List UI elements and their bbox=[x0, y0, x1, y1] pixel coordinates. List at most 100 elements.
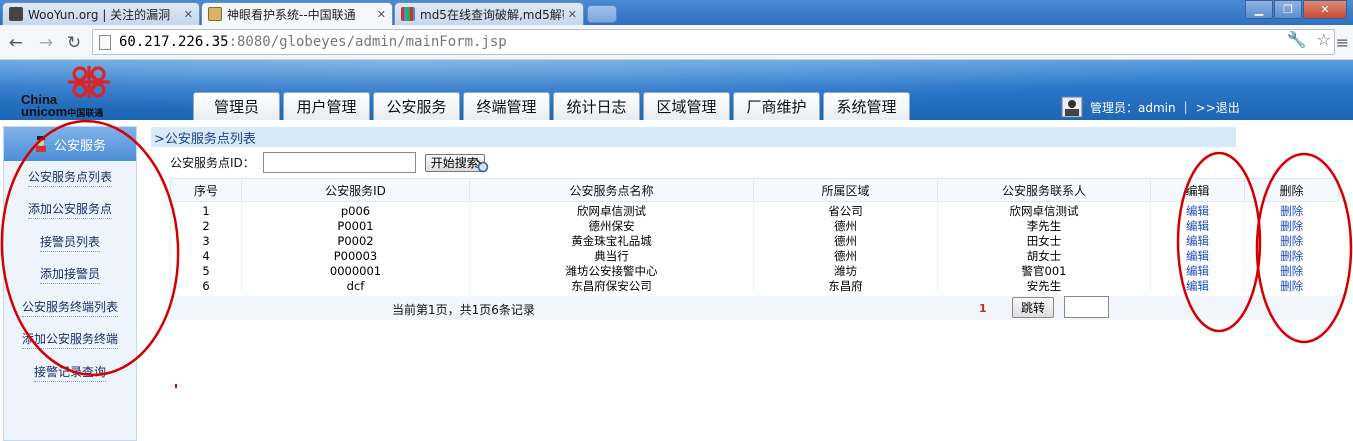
delete-link[interactable]: 删除 bbox=[1244, 234, 1339, 249]
close-tab-icon[interactable]: ✕ bbox=[184, 8, 193, 21]
address-bar[interactable]: 60.217.226.35:8080/globeyes/admin/mainFo… bbox=[92, 29, 1335, 55]
edit-link[interactable]: 编辑 bbox=[1150, 234, 1245, 249]
cell-name: 黄金珠宝礼品城 bbox=[469, 234, 754, 249]
col-header-name: 公安服务点名称 bbox=[469, 178, 754, 202]
minimize-icon[interactable]: ▁ bbox=[1245, 0, 1273, 19]
restore-icon[interactable]: ❐ bbox=[1274, 0, 1302, 19]
cell-name: 德州保安 bbox=[469, 219, 754, 234]
forward-icon[interactable]: → bbox=[36, 33, 56, 53]
logo-cn: 中国联通 bbox=[67, 108, 104, 118]
edit-link[interactable]: 编辑 bbox=[1150, 279, 1245, 294]
browser-toolbar: ← → ↻ 60.217.226.35:8080/globeyes/admin/… bbox=[0, 25, 1353, 60]
cell-index: 6 bbox=[170, 279, 242, 294]
sidebar: 公安服务 公安服务点列表 添加公安服务点 接警员列表 添加接警员 公安服务终端列… bbox=[3, 126, 137, 441]
cell-contact: 警官001 bbox=[937, 264, 1151, 279]
tab-title: WooYun.org | 关注的漏洞 bbox=[28, 7, 171, 22]
breadcrumb: >公安服务点列表 bbox=[151, 127, 1236, 147]
edit-link[interactable]: 编辑 bbox=[1150, 201, 1245, 219]
cell-id: 0000001 bbox=[241, 264, 470, 279]
service-point-id-input[interactable] bbox=[262, 152, 416, 173]
admin-avatar-icon bbox=[1061, 96, 1083, 118]
bookmark-star-icon[interactable]: ☆ bbox=[1317, 30, 1331, 49]
table-row: 3 P0002 黄金珠宝礼品城 德州 田女士 编辑 删除 bbox=[170, 234, 1339, 249]
nav-tab-vendors[interactable]: 厂商维护 bbox=[733, 92, 820, 120]
md5-favicon-icon bbox=[401, 7, 415, 21]
cell-index: 5 bbox=[170, 264, 242, 279]
nav-tab-terminals[interactable]: 终端管理 bbox=[463, 92, 550, 120]
window-controls: ▁ ❐ ✕ bbox=[1244, 0, 1347, 19]
sidebar-item-label: 添加接警员 bbox=[39, 265, 100, 285]
search-row: 公安服务点ID： 开始搜索 bbox=[170, 152, 489, 173]
table-row: 6 dcf 东昌府保安公司 东昌府 安先生 编辑 删除 bbox=[170, 279, 1339, 294]
red-mark bbox=[175, 384, 177, 388]
new-tab-button[interactable] bbox=[587, 5, 617, 23]
cell-region: 东昌府 bbox=[753, 279, 938, 294]
table-row: 1 p006 欣网卓信测试 省公司 欣网卓信测试 编辑 删除 bbox=[170, 201, 1339, 219]
cell-id: P0001 bbox=[241, 219, 470, 234]
pager-page-link[interactable]: 1 bbox=[979, 302, 987, 315]
police-icon bbox=[35, 136, 46, 152]
sidebar-item-add-terminal[interactable]: 添加公安服务终端 bbox=[4, 324, 136, 357]
sidebar-item-add-service-point[interactable]: 添加公安服务点 bbox=[4, 194, 136, 227]
unicom-logo: China unicom中国联通 bbox=[18, 64, 118, 118]
browser-tab-md5[interactable]: md5在线查询破解,md5解密 ✕ bbox=[394, 2, 584, 25]
delete-link[interactable]: 删除 bbox=[1244, 201, 1339, 219]
sidebar-item-terminal-list[interactable]: 公安服务终端列表 bbox=[4, 291, 136, 324]
sidebar-item-add-operator[interactable]: 添加接警员 bbox=[4, 259, 136, 292]
cell-name: 典当行 bbox=[469, 249, 754, 264]
start-search-button[interactable]: 开始搜索 bbox=[424, 153, 489, 172]
tab-title: md5在线查询破解,md5解密 bbox=[420, 7, 564, 22]
col-header-id: 公安服务ID bbox=[241, 178, 470, 202]
wrench-icon[interactable]: 🔧 bbox=[1287, 30, 1307, 49]
browser-menu-icon[interactable]: ≡ bbox=[1336, 33, 1349, 52]
delete-link[interactable]: 删除 bbox=[1244, 264, 1339, 279]
nav-tab-police[interactable]: 公安服务 bbox=[373, 92, 460, 120]
cell-index: 2 bbox=[170, 219, 242, 234]
col-header-contact: 公安服务联系人 bbox=[937, 178, 1151, 202]
close-tab-icon[interactable]: ✕ bbox=[568, 8, 577, 21]
start-search-label: 开始搜索 bbox=[430, 156, 479, 170]
nav-tab-logs[interactable]: 统计日志 bbox=[553, 92, 640, 120]
browser-tab-globeyes[interactable]: 神眼看护系统--中国联通 ✕ bbox=[201, 2, 393, 25]
cell-contact: 田女士 bbox=[937, 234, 1151, 249]
cell-name: 东昌府保安公司 bbox=[469, 279, 754, 294]
cell-id: p006 bbox=[241, 201, 470, 219]
page-favicon-icon bbox=[208, 7, 222, 21]
edit-link[interactable]: 编辑 bbox=[1150, 249, 1245, 264]
nav-tab-regions[interactable]: 区域管理 bbox=[643, 92, 730, 120]
sidebar-item-label: 公安服务点列表 bbox=[27, 168, 112, 187]
wooyun-favicon-icon bbox=[9, 7, 23, 21]
edit-link[interactable]: 编辑 bbox=[1150, 219, 1245, 234]
sidebar-item-service-point-list[interactable]: 公安服务点列表 bbox=[4, 161, 136, 194]
nav-tab-system[interactable]: 系统管理 bbox=[823, 92, 910, 120]
table-header-row: 序号 公安服务ID 公安服务点名称 所属区域 公安服务联系人 编辑 删除 bbox=[170, 178, 1339, 202]
sidebar-item-operator-list[interactable]: 接警员列表 bbox=[4, 226, 136, 259]
jump-button[interactable]: 跳转 bbox=[1012, 297, 1054, 318]
cell-name: 欣网卓信测试 bbox=[469, 201, 754, 219]
sidebar-item-label: 添加公安服务点 bbox=[27, 200, 112, 220]
cell-region: 德州 bbox=[753, 249, 938, 264]
edit-link[interactable]: 编辑 bbox=[1150, 264, 1245, 279]
delete-link[interactable]: 删除 bbox=[1244, 219, 1339, 234]
delete-link[interactable]: 删除 bbox=[1244, 279, 1339, 294]
omnibox-icons: 🔧 ☆ bbox=[1287, 30, 1331, 49]
reload-icon[interactable]: ↻ bbox=[64, 33, 84, 53]
col-header-edit: 编辑 bbox=[1150, 178, 1245, 202]
close-window-icon[interactable]: ✕ bbox=[1303, 0, 1347, 19]
browser-tabstrip: WooYun.org | 关注的漏洞 ✕ 神眼看护系统--中国联通 ✕ md5在… bbox=[0, 0, 1353, 25]
cell-id: P00003 bbox=[241, 249, 470, 264]
cell-name: 潍坊公安接警中心 bbox=[469, 264, 754, 279]
service-point-table: 序号 公安服务ID 公安服务点名称 所属区域 公安服务联系人 编辑 删除 1 p0… bbox=[170, 178, 1339, 294]
browser-tab-wooyun[interactable]: WooYun.org | 关注的漏洞 ✕ bbox=[2, 2, 200, 25]
jump-page-input[interactable] bbox=[1064, 296, 1109, 318]
logout-link[interactable]: >>退出 bbox=[1196, 99, 1240, 116]
cell-region: 省公司 bbox=[753, 201, 938, 219]
nav-tab-admin[interactable]: 管理员 bbox=[193, 92, 280, 120]
delete-link[interactable]: 删除 bbox=[1244, 249, 1339, 264]
back-icon[interactable]: ← bbox=[6, 33, 26, 53]
nav-tab-users[interactable]: 用户管理 bbox=[283, 92, 370, 120]
close-tab-icon[interactable]: ✕ bbox=[377, 8, 386, 21]
search-label: 公安服务点ID： bbox=[170, 156, 255, 170]
url-path: :8080/globeyes/admin/mainForm.jsp bbox=[228, 34, 507, 50]
sidebar-item-alarm-records[interactable]: 接警记录查询 bbox=[4, 356, 136, 389]
